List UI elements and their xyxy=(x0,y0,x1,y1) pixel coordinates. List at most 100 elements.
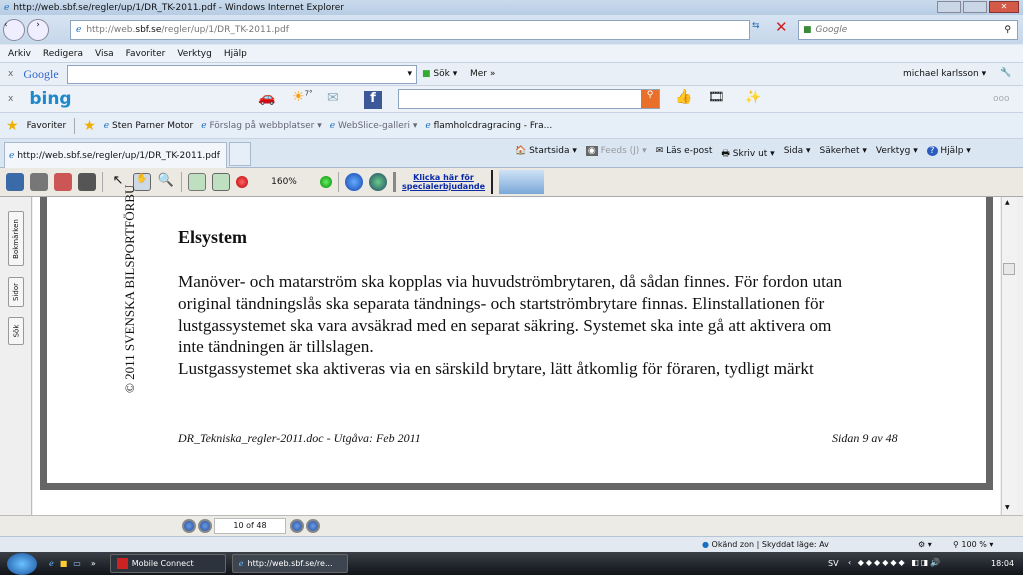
url-domain: sbf.se xyxy=(135,24,162,35)
search-placeholder: Google xyxy=(815,24,848,35)
menu-visa[interactable]: Visa xyxy=(95,49,114,59)
like-icon[interactable]: 👍 xyxy=(675,89,692,105)
weather-icon[interactable]: ☀7° xyxy=(292,89,313,105)
ie-icon: ℯ xyxy=(4,2,10,13)
fav-item[interactable]: ℯ Sten Parner Motor xyxy=(104,121,193,131)
address-bar[interactable]: ℯ http://web. sbf.se/regler/up/1/DR_TK-20… xyxy=(70,19,750,40)
security-zone[interactable]: ● Okänd zon | Skyddat läge: Av xyxy=(702,540,829,549)
read-mail-button[interactable]: ✉ Läs e-post xyxy=(656,146,713,162)
favorites-bar: ★ Favoriter ★ ℯ Sten Parner Motor ℯ Förs… xyxy=(0,113,1023,139)
taskbar-item-mobile-connect[interactable]: Mobile Connect xyxy=(109,554,226,573)
taskbar: ℯ ■ ▭ » Mobile Connect ℯ http://web.sbf.s… xyxy=(0,552,1023,575)
status-bar: ● Okänd zon | Skyddat läge: Av ⚙ ▾ ⚲ 100… xyxy=(0,536,1023,552)
close-button[interactable]: ✕ xyxy=(989,1,1019,13)
user-menu[interactable]: michael karlsson ▾ xyxy=(903,69,986,79)
text-line: Manöver- och matarström ska kopplas via … xyxy=(178,272,843,291)
explorer-quicklaunch-icon[interactable]: ■ xyxy=(60,559,68,568)
zoom-control[interactable]: ⚲ 100 % ▾ xyxy=(953,540,993,549)
mail-icon[interactable]: ✉ xyxy=(327,90,339,106)
text-line: lustgassystemet ska vara avsäkrad med en… xyxy=(178,315,832,335)
text-line: original tändningslås ska separata tändn… xyxy=(178,293,825,313)
add-favorite-icon[interactable]: ★ xyxy=(83,118,96,134)
next-page-button[interactable] xyxy=(290,519,304,533)
favorites-button[interactable]: Favoriter xyxy=(27,121,67,131)
search-icon[interactable]: ⚲ xyxy=(641,90,659,108)
car-icon[interactable]: 🚗 xyxy=(258,90,275,106)
find-icon[interactable] xyxy=(78,173,96,191)
games-icon[interactable]: ✨ xyxy=(745,90,761,105)
restore-button[interactable] xyxy=(963,1,987,13)
home-button[interactable]: 🏠 Startsida ▾ xyxy=(515,146,577,162)
fav-item[interactable]: ℯ Förslag på webbplatser ▾ xyxy=(201,121,322,131)
close-toolbar-icon[interactable]: x xyxy=(8,94,13,104)
bing-search-input[interactable]: ⚲ xyxy=(398,89,660,109)
minimize-button[interactable] xyxy=(937,1,961,13)
page-number-input[interactable]: 10 of 48 xyxy=(214,518,286,534)
taskbar-item-ie[interactable]: ℯ http://web.sbf.se/re... xyxy=(231,554,348,573)
print-button[interactable]: 🖶 Skriv ut ▾ xyxy=(721,146,774,162)
search-box[interactable]: ■ Google ⚲ xyxy=(798,19,1018,40)
globe-icon: ● xyxy=(702,540,709,549)
ie-quicklaunch-icon[interactable]: ℯ xyxy=(49,559,54,568)
tab-active[interactable]: ℯ http://web.sbf.se/regler/up/1/DR_TK-201… xyxy=(4,142,227,168)
text-line: Lustgassystemet ska aktiveras via en sär… xyxy=(178,359,814,379)
first-page-button[interactable] xyxy=(182,519,196,533)
refresh-icon[interactable]: ⇆ xyxy=(752,21,760,31)
menu-arkiv[interactable]: Arkiv xyxy=(8,49,31,59)
zoom-tool-icon[interactable]: 🔍 xyxy=(157,173,175,191)
google-search-button[interactable]: ■ Sök ▾ xyxy=(422,69,457,79)
tools-menu[interactable]: Verktyg ▾ xyxy=(876,146,918,162)
search-icon[interactable]: ⚲ xyxy=(1004,25,1011,35)
menu-verktyg[interactable]: Verktyg xyxy=(177,49,211,59)
scrollbar-thumb[interactable] xyxy=(1003,263,1015,275)
tab-pages[interactable]: Sidor xyxy=(8,277,24,307)
language-indicator[interactable]: SV xyxy=(828,559,839,568)
clock[interactable]: 18:04 xyxy=(991,559,1014,568)
pdf-viewer: Bokmärken Sidor Sök © 2011 SVENSKA BILSP… xyxy=(0,185,1023,515)
stop-icon[interactable]: ✕ xyxy=(775,18,788,36)
print-icon[interactable] xyxy=(30,173,48,191)
last-page-button[interactable] xyxy=(306,519,320,533)
menu-bar: Arkiv Redigera Visa Favoriter Verktyg Hj… xyxy=(0,45,1023,63)
vertical-scrollbar[interactable]: ▲ ▼ xyxy=(1001,197,1017,515)
page-menu[interactable]: Sida ▾ xyxy=(784,146,811,162)
pdf-page: © 2011 SVENSKA BILSPORTFÖRBU Elsystem Ma… xyxy=(40,185,993,490)
fav-item[interactable]: ℯ flamholcdragracing - Fra... xyxy=(425,121,552,131)
help-menu[interactable]: ? Hjälp ▾ xyxy=(926,146,971,162)
footer-page-number: Sidan 9 av 48 xyxy=(832,431,898,445)
protected-mode-icon[interactable]: ⚙ ▾ xyxy=(918,540,932,549)
fav-item[interactable]: ℯ WebSlice-galleri ▾ xyxy=(330,121,418,131)
facebook-icon[interactable]: f xyxy=(364,91,382,109)
video-icon[interactable]: 🎞 xyxy=(708,90,725,105)
safety-menu[interactable]: Säkerhet ▾ xyxy=(820,146,867,162)
tray-icons[interactable]: ‹ ◆◆◆◆◆◆ ◧◨🔊 xyxy=(848,558,942,567)
feeds-button[interactable]: ◉ Feeds (J) ▾ xyxy=(585,146,647,162)
close-toolbar-icon[interactable]: x xyxy=(8,69,13,79)
new-tab-button[interactable] xyxy=(229,142,251,166)
google-toolbar: x Google ▾ ■ Sök ▾ Mer » michael karlsso… xyxy=(0,63,1023,86)
page-icon: ℯ xyxy=(76,24,82,35)
more-button[interactable]: Mer » xyxy=(470,69,495,79)
tab-bookmarks[interactable]: Bokmärken xyxy=(8,211,24,266)
save-icon[interactable] xyxy=(6,173,24,191)
back-button[interactable]: ‹ xyxy=(3,18,25,41)
bing-toolbar: x bing 🚗 ☀7° ✉ f ⚲ 👍 🎞 ✨ ooo xyxy=(0,86,1023,113)
menu-redigera[interactable]: Redigera xyxy=(43,49,83,59)
desktop-quicklaunch-icon[interactable]: ▭ xyxy=(73,559,81,568)
menu-hjalp[interactable]: Hjälp xyxy=(224,49,247,59)
forward-button[interactable]: › xyxy=(27,18,49,41)
menu-favoriter[interactable]: Favoriter xyxy=(126,49,166,59)
window-title: http://web.sbf.se/regler/up/1/DR_TK-2011… xyxy=(13,2,344,13)
google-search-input[interactable]: ▾ xyxy=(67,64,417,84)
clipped-previous-line xyxy=(178,185,578,195)
more-icon[interactable]: ooo xyxy=(993,94,1010,104)
wrench-icon[interactable]: 🔧 xyxy=(1000,68,1011,78)
tab-row: ℯ http://web.sbf.se/regler/up/1/DR_TK-201… xyxy=(0,139,1023,168)
tab-search[interactable]: Sök xyxy=(8,317,24,345)
previous-page-button[interactable] xyxy=(198,519,212,533)
start-button[interactable] xyxy=(7,552,37,575)
star-icon: ★ xyxy=(6,117,19,134)
google-logo: Google xyxy=(23,66,59,81)
email-icon[interactable] xyxy=(54,173,72,191)
url-prefix: http://web. xyxy=(86,24,136,35)
